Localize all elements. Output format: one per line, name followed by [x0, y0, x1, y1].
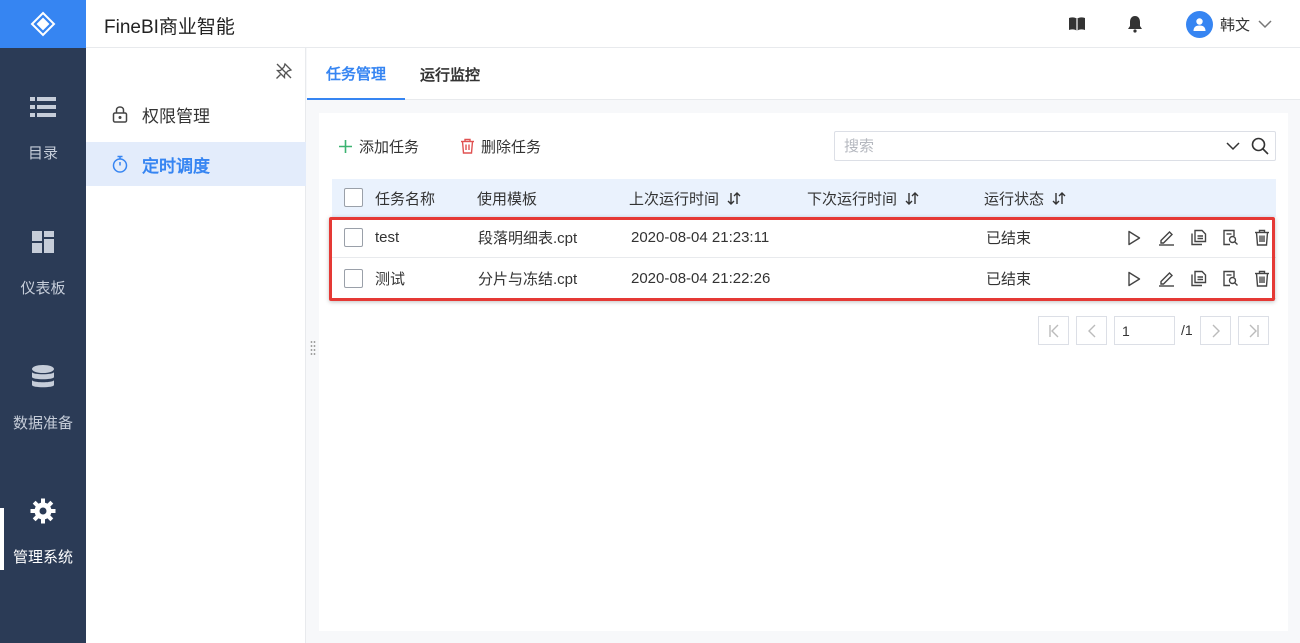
sub-item-permissions[interactable]: 权限管理 [86, 92, 306, 136]
sort-icon [905, 191, 919, 205]
page-number-input[interactable] [1114, 316, 1175, 345]
first-page-icon [1048, 324, 1058, 337]
column-header-next-run[interactable]: 下次运行时间 [807, 179, 919, 217]
top-bar: FineBI商业智能 韩文 [0, 0, 1300, 48]
copy-icon[interactable] [1182, 226, 1214, 250]
sort-icon [1052, 191, 1066, 205]
last-page-icon [1249, 324, 1259, 337]
app-title: FineBI商业智能 [104, 17, 235, 38]
sub-item-label: 定时调度 [142, 156, 210, 176]
plus-icon [338, 139, 353, 154]
pin-icon[interactable] [275, 62, 293, 83]
edit-icon[interactable] [1150, 226, 1182, 250]
task-status: 已结束 [986, 230, 1032, 247]
delete-task-button[interactable]: 删除任务 [460, 137, 542, 156]
sub-item-scheduling[interactable]: 定时调度 [86, 142, 306, 186]
list-icon [30, 94, 56, 120]
tab-bar: 任务管理 运行监控 [307, 48, 1300, 100]
task-last-run: 2020-08-04 21:23:11 [631, 229, 770, 246]
delete-task-label: 删除任务 [481, 138, 542, 156]
timer-icon [110, 154, 130, 174]
sub-item-label: 权限管理 [142, 106, 210, 126]
trash-icon [460, 138, 475, 154]
user-menu[interactable]: 韩文 [1186, 10, 1272, 38]
column-header-label: 下次运行时间 [807, 190, 898, 208]
add-task-button[interactable]: 添加任务 [338, 137, 420, 156]
dashboard-icon [31, 229, 55, 255]
nav-label-dashboard: 仪表板 [20, 280, 66, 297]
sort-icon [727, 191, 741, 205]
copy-icon[interactable] [1182, 267, 1214, 291]
resize-handle-icon[interactable] [310, 340, 316, 359]
next-page-button[interactable] [1200, 316, 1231, 345]
edit-icon[interactable] [1150, 267, 1182, 291]
lock-icon [110, 104, 130, 124]
column-header-status[interactable]: 运行状态 [984, 179, 1066, 217]
play-icon[interactable] [1118, 267, 1150, 291]
row-actions [1118, 259, 1278, 298]
nav-item-dashboard[interactable]: 仪表板 [0, 229, 86, 363]
chevron-left-icon [1087, 324, 1095, 337]
column-header-label: 上次运行时间 [629, 190, 720, 208]
task-status: 已结束 [986, 271, 1032, 288]
preview-icon[interactable] [1214, 226, 1246, 250]
task-name: test [375, 229, 400, 246]
prev-page-button[interactable] [1076, 316, 1107, 345]
tab-run-monitor[interactable]: 运行监控 [420, 48, 480, 100]
task-name: 测试 [375, 271, 406, 288]
nav-item-data-prep[interactable]: 数据准备 [0, 364, 86, 498]
search-icon[interactable] [1245, 137, 1275, 155]
task-template: 分片与冻结.cpt [478, 271, 578, 288]
search-box [834, 131, 1276, 161]
logo-icon [30, 11, 56, 37]
column-header-name: 任务名称 [375, 190, 436, 208]
task-template: 段落明细表.cpt [478, 230, 578, 247]
chevron-down-icon[interactable] [1221, 141, 1245, 151]
trash-icon[interactable] [1246, 226, 1278, 250]
tab-task-management[interactable]: 任务管理 [307, 48, 406, 100]
task-panel: 添加任务 删除任务 任务名称 使用模板 上次运行时间 下次运行时间 [319, 113, 1288, 631]
nav-label-data-prep: 数据准备 [12, 415, 73, 432]
row-actions [1118, 218, 1278, 257]
table-row[interactable]: 测试 分片与冻结.cpt 2020-08-04 21:22:26 已结束 [332, 259, 1276, 299]
chevron-right-icon [1212, 324, 1220, 337]
play-icon[interactable] [1118, 226, 1150, 250]
sub-nav: 权限管理 定时调度 [86, 48, 306, 643]
row-checkbox[interactable] [344, 269, 363, 288]
column-header-last-run[interactable]: 上次运行时间 [629, 179, 741, 217]
gear-icon [30, 498, 56, 524]
last-page-button[interactable] [1238, 316, 1269, 345]
book-icon[interactable] [1067, 14, 1087, 34]
nav-item-admin[interactable]: 管理系统 [0, 498, 86, 632]
database-icon [31, 364, 55, 390]
table-row[interactable]: test 段落明细表.cpt 2020-08-04 21:23:11 已结束 [332, 218, 1276, 258]
trash-icon[interactable] [1246, 267, 1278, 291]
column-header-label: 运行状态 [984, 190, 1045, 208]
search-input[interactable] [835, 132, 1221, 160]
add-task-label: 添加任务 [359, 138, 420, 156]
column-header-template: 使用模板 [477, 190, 538, 208]
user-name: 韩文 [1220, 16, 1251, 34]
select-all-checkbox[interactable] [344, 188, 363, 207]
user-avatar-icon [1186, 10, 1213, 38]
logo[interactable] [0, 0, 86, 48]
nav-label-catalog: 目录 [27, 145, 58, 162]
chevron-down-icon [1258, 16, 1272, 32]
table-header: 任务名称 使用模板 上次运行时间 下次运行时间 运行状态 [332, 179, 1276, 217]
nav-item-catalog[interactable]: 目录 [0, 94, 86, 228]
bell-icon[interactable] [1125, 14, 1145, 34]
page-total: /1 [1181, 322, 1193, 338]
preview-icon[interactable] [1214, 267, 1246, 291]
task-last-run: 2020-08-04 21:22:26 [631, 270, 771, 287]
nav-label-admin: 管理系统 [12, 549, 73, 566]
first-page-button[interactable] [1038, 316, 1069, 345]
row-checkbox[interactable] [344, 228, 363, 247]
left-nav: 目录 仪表板 数据准备 管理系统 [0, 48, 86, 643]
